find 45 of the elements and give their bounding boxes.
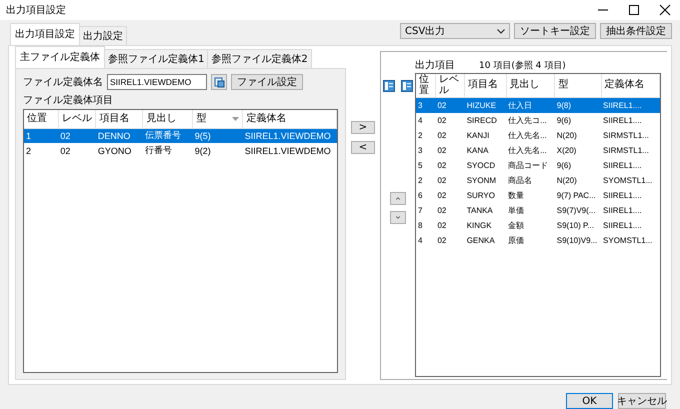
field-label: ファイル定義体名	[23, 76, 103, 89]
table-cell: DENNO	[96, 128, 143, 143]
table-cell: SIIREL1....	[601, 98, 660, 112]
item-count: 10 項目(参照 4 項目)	[479, 60, 566, 72]
tab[interactable]: 出力項目設定	[10, 23, 80, 45]
table-cell: 9(8)	[554, 98, 602, 112]
move-button[interactable]: <	[351, 141, 375, 154]
column-header[interactable]: 項目名	[96, 110, 143, 128]
column-header[interactable]: 位置	[24, 110, 58, 128]
tab[interactable]: 参照ファイル定義体1	[104, 49, 208, 68]
ok-button[interactable]: OK	[566, 393, 613, 409]
table-cell: 3	[416, 98, 436, 112]
tab[interactable]: 参照ファイル定義体2	[207, 49, 312, 68]
table-cell: 仕入先コ...	[506, 112, 555, 128]
column-header[interactable]: 定義体名	[242, 110, 336, 128]
file-definition-field[interactable]: SIIREL1.VIEWDEMO	[107, 74, 207, 90]
section-label: 出力項目	[415, 58, 455, 72]
maximize-icon[interactable]	[627, 3, 641, 17]
window-title: 出力項目設定	[6, 4, 67, 17]
table-cell: 仕入日	[506, 98, 555, 112]
toolbar-button[interactable]: ソートキー設定	[514, 23, 596, 39]
table-cell: HIZUKE	[464, 98, 506, 112]
tab[interactable]: 主ファイル定義体	[15, 46, 105, 68]
toolbar-button[interactable]: 抽出条件設定	[600, 23, 672, 39]
table-cell: 9(6)	[554, 112, 602, 128]
section-label: ファイル定義体項目	[23, 94, 114, 107]
table-cell: 9(2)	[192, 143, 243, 158]
file-settings-button[interactable]: ファイル設定	[231, 74, 303, 90]
close-icon[interactable]	[658, 3, 672, 17]
column-header[interactable]: 見出し	[142, 110, 193, 128]
table-cell: 伝票番号	[142, 128, 193, 143]
column-header[interactable]: レベル	[58, 110, 96, 128]
cancel-button[interactable]: キャンセル	[618, 393, 666, 409]
column-header-label: 型	[196, 114, 206, 124]
move-button[interactable]: >	[351, 121, 375, 134]
table-cell: 1	[24, 128, 58, 143]
table-cell: 02	[435, 98, 465, 112]
table-cell: 02	[58, 128, 96, 143]
browse-button[interactable]	[211, 74, 227, 90]
table-cell: SIIREL1.VIEWDEMO	[242, 128, 336, 143]
tab[interactable]: 出力設定	[79, 26, 127, 45]
column-header[interactable]: 型	[192, 110, 243, 128]
output-format-dropdown[interactable]: CSV出力	[400, 23, 510, 39]
table-cell: 9(5)	[192, 128, 243, 143]
chevron-down-icon	[497, 28, 505, 34]
